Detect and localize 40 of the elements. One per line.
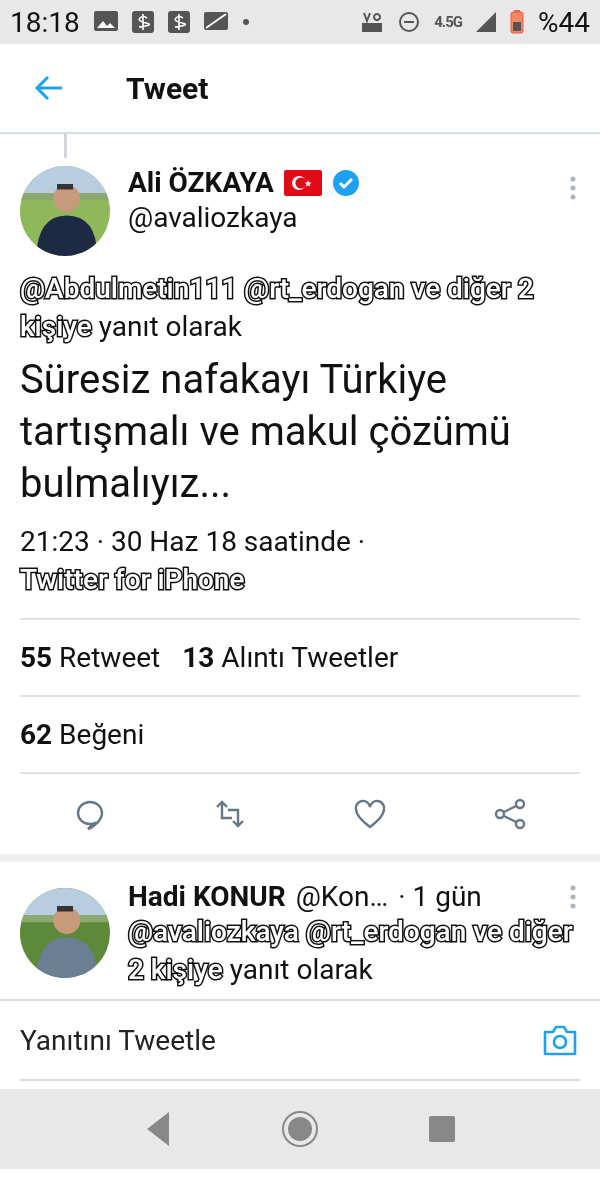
clock: 18:18 xyxy=(10,5,80,39)
tweet-timestamp: 21:23 · 30 Haz 18 saatinde · xyxy=(20,525,366,558)
back-arrow-icon xyxy=(34,75,64,101)
battery-icon xyxy=(510,10,524,34)
stat-count[interactable]: 13 Alıntı Tweetler xyxy=(182,641,399,674)
back-button[interactable] xyxy=(145,1110,171,1148)
reply-context: @avaliozkaya @rt_erdogan ve diğer 2 kişiye yanıt olarak xyxy=(128,914,575,989)
verified-badge-icon xyxy=(331,168,360,197)
tweet-text: Süresiz nafakayı Türkiye tartışmalı ve makul çözümü bulmalıyız... xyxy=(20,355,512,509)
flag-icon xyxy=(283,169,322,196)
battery-percentage: %44 xyxy=(538,5,590,39)
heart-icon xyxy=(354,797,386,831)
stat-count[interactable]: 55 Retweet xyxy=(20,641,161,674)
author-name: Ali ÖZKAYA xyxy=(128,166,274,199)
home-circle-icon xyxy=(281,1110,319,1148)
reply-context: @Abdulmetin111 @rt_erdogan ve diğer 2 kişiye yanıt olarak xyxy=(20,271,535,346)
page-title: Tweet xyxy=(126,70,209,106)
reply-input-field[interactable]: Yanıtını Tweetle xyxy=(20,1023,540,1057)
author-handle: @avaliozkaya xyxy=(128,201,299,234)
dollar-icon xyxy=(131,11,154,33)
back-triangle-icon xyxy=(145,1110,171,1148)
more-icon xyxy=(570,884,576,909)
card-icon xyxy=(203,12,228,32)
tweet-source[interactable]: Twitter for iPhone xyxy=(20,560,580,600)
volte-icon xyxy=(362,11,385,33)
dollar-icon xyxy=(167,11,190,33)
image-icon xyxy=(93,11,118,33)
network-type: 4.5G xyxy=(434,13,462,31)
reply-time: · 1 gün xyxy=(398,880,482,913)
dot-icon xyxy=(241,18,250,26)
author-name: Hadi KONUR xyxy=(128,880,286,913)
more-icon xyxy=(570,176,576,200)
share-icon xyxy=(494,797,526,831)
author-handle: @Kon… xyxy=(295,880,389,913)
stat-count[interactable]: 62 Beğeni xyxy=(20,718,145,751)
signal-icon xyxy=(476,12,496,32)
do-not-disturb-icon xyxy=(398,11,421,33)
square-icon xyxy=(429,1116,455,1142)
home-button[interactable] xyxy=(281,1110,319,1148)
camera-icon xyxy=(542,1024,578,1056)
